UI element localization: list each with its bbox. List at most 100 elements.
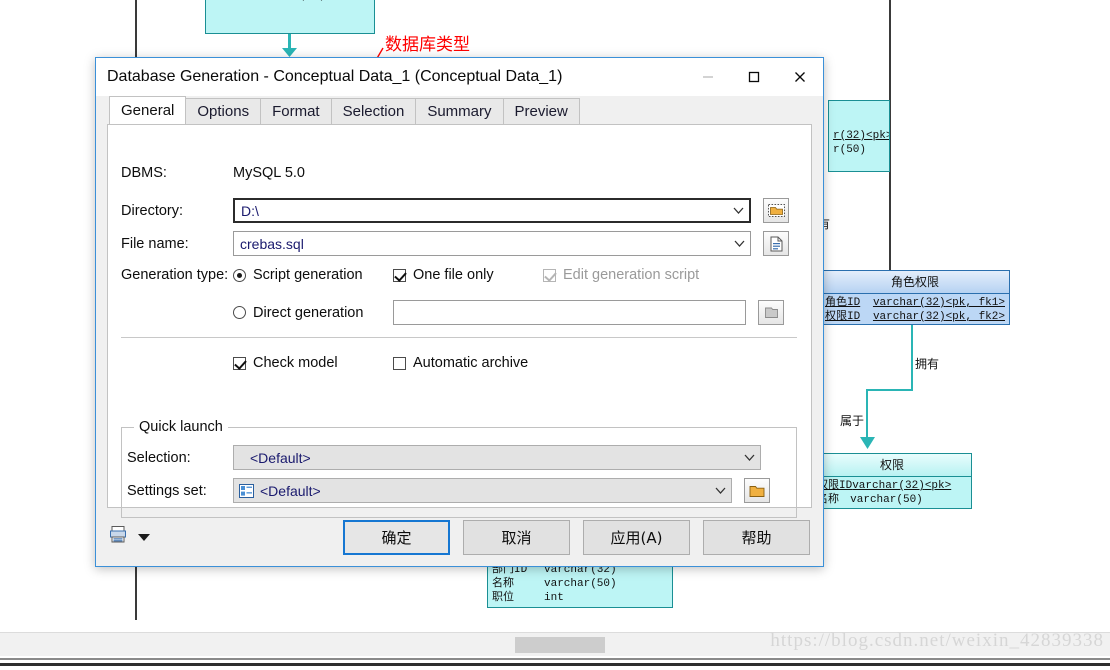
direct-generation-radio[interactable]: Direct generation bbox=[233, 305, 393, 321]
tab-general[interactable]: General bbox=[109, 96, 187, 124]
script-generation-radio[interactable]: Script generation bbox=[233, 267, 393, 283]
directory-label: Directory: bbox=[121, 202, 184, 219]
direct-generation-row: Direct generation bbox=[233, 300, 784, 325]
er-cell: <pk> bbox=[924, 480, 952, 492]
printer-icon[interactable] bbox=[109, 525, 128, 549]
er-table-row: r(50) bbox=[833, 143, 885, 157]
er-arrow bbox=[860, 437, 875, 449]
er-table: 机构ID varchar(32) <pk> 名称 varchar(50) bbox=[205, 0, 375, 34]
er-table-row: 角色ID varchar(32) <pk, fk1> bbox=[825, 296, 1005, 310]
tab-strip: General Options Format Selection Summary… bbox=[96, 96, 823, 124]
folder-icon bbox=[767, 204, 785, 217]
tab-preview[interactable]: Preview bbox=[502, 98, 580, 124]
chevron-down-icon[interactable] bbox=[709, 487, 731, 494]
chevron-down-icon[interactable] bbox=[727, 207, 749, 214]
dbms-value: MySQL 5.0 bbox=[233, 165, 305, 181]
er-table-body: 角色ID varchar(32) <pk, fk1> 权限ID varchar(… bbox=[821, 294, 1009, 324]
bottom-rule-dark bbox=[0, 663, 1110, 666]
database-connect-icon bbox=[764, 307, 778, 318]
check-model-label: Check model bbox=[253, 355, 338, 371]
cancel-button[interactable]: 取消 bbox=[463, 519, 570, 555]
checkbox-indicator bbox=[543, 268, 556, 282]
window-controls bbox=[685, 58, 823, 96]
er-table-row: 名称 varchar(50) bbox=[817, 493, 967, 507]
print-dropdown-arrow-icon[interactable] bbox=[138, 533, 150, 541]
checkbox-indicator bbox=[393, 356, 406, 370]
dialog-titlebar[interactable]: Database Generation - Conceptual Data_1 … bbox=[96, 58, 823, 96]
er-cell: int bbox=[544, 592, 564, 604]
er-cell: varchar(32) bbox=[872, 311, 946, 323]
direct-generation-browse-button[interactable] bbox=[758, 300, 784, 325]
er-table-body: r(32) <pk> r(50) bbox=[829, 101, 889, 159]
help-button[interactable]: 帮助 bbox=[703, 519, 810, 555]
chevron-down-icon[interactable] bbox=[728, 240, 750, 247]
er-table-row: 名称 varchar(50) bbox=[210, 0, 370, 3]
er-cell: 权限ID bbox=[825, 311, 861, 323]
settings-set-label: Settings set: bbox=[127, 482, 207, 499]
direct-generation-value bbox=[394, 301, 400, 317]
directory-input[interactable]: D:\ bbox=[233, 198, 751, 223]
er-cell: varchar(32) bbox=[852, 480, 925, 492]
er-table-row: 职位 int bbox=[492, 591, 668, 605]
er-table: 部门ID varchar(32) 名称 varchar(50) 职位 int bbox=[487, 560, 673, 608]
edit-generation-script-checkbox: Edit generation script bbox=[543, 267, 699, 283]
selection-label: Selection: bbox=[127, 449, 191, 466]
er-relationship-label: 属于 bbox=[840, 414, 865, 428]
er-cell: r(32) bbox=[833, 130, 867, 142]
er-table-body: 部门ID varchar(32) 名称 varchar(50) 职位 int bbox=[488, 561, 672, 607]
annotation-db-type: 数据库类型 bbox=[385, 35, 470, 55]
er-cell bbox=[326, 0, 370, 3]
settings-list-icon bbox=[239, 483, 254, 498]
er-table-row: 权限ID varchar(32) <pk> bbox=[817, 479, 967, 493]
browse-file-button[interactable] bbox=[763, 231, 789, 256]
chevron-down-icon[interactable] bbox=[738, 454, 760, 461]
general-tab-panel: DBMS: MySQL 5.0 Directory: D:\ File name… bbox=[107, 124, 812, 518]
er-cell: varchar(50) bbox=[544, 578, 617, 590]
direct-generation-input[interactable] bbox=[393, 300, 746, 325]
directory-row: Directory: D:\ bbox=[121, 198, 789, 223]
tab-summary[interactable]: Summary bbox=[415, 98, 504, 124]
selection-dropdown[interactable]: <Default> bbox=[233, 445, 761, 470]
er-cell: 职位 bbox=[492, 592, 514, 604]
browse-directory-button[interactable] bbox=[763, 198, 789, 223]
print-report-control[interactable] bbox=[109, 525, 150, 549]
close-icon[interactable] bbox=[777, 58, 823, 96]
er-table: r(32) <pk> r(50) bbox=[828, 100, 890, 172]
settings-set-dropdown[interactable]: <Default> bbox=[233, 478, 732, 503]
one-file-only-checkbox[interactable]: One file only bbox=[393, 267, 543, 283]
folder-icon bbox=[749, 485, 765, 497]
script-generation-label: Script generation bbox=[253, 267, 363, 283]
tab-format[interactable]: Format bbox=[260, 98, 332, 124]
direct-generation-label: Direct generation bbox=[253, 304, 364, 321]
directory-value: D:\ bbox=[241, 202, 259, 219]
horizontal-scrollbar-thumb[interactable] bbox=[515, 637, 605, 653]
apply-button[interactable]: 应用(A) bbox=[583, 519, 690, 555]
minimize-icon[interactable] bbox=[685, 58, 731, 96]
er-table: 权限 权限ID varchar(32) <pk> 名称 varchar(50) bbox=[812, 453, 972, 509]
tab-selection[interactable]: Selection bbox=[330, 98, 417, 124]
maximize-icon[interactable] bbox=[731, 58, 777, 96]
automatic-archive-checkbox[interactable]: Automatic archive bbox=[393, 355, 528, 371]
screen: 机构ID varchar(32) <pk> 名称 varchar(50) r(3… bbox=[0, 0, 1110, 670]
er-table-title: 角色权限 bbox=[821, 271, 1009, 294]
er-table: 角色权限 角色ID varchar(32) <pk, fk1> 权限ID var… bbox=[820, 270, 1010, 325]
automatic-archive-label: Automatic archive bbox=[413, 355, 529, 371]
settings-set-browse-button[interactable] bbox=[744, 478, 770, 503]
er-table-title: 权限 bbox=[813, 454, 971, 477]
dialog-button-row: 确定 取消 应用(A) 帮助 bbox=[343, 519, 810, 555]
one-file-only-label: One file only bbox=[413, 267, 494, 283]
er-relationship-label: 拥有 bbox=[915, 357, 940, 371]
er-cell: <pk, fk2> bbox=[945, 311, 1005, 323]
tab-options[interactable]: Options bbox=[185, 98, 262, 124]
generation-type-row: Generation type: Script generation One f… bbox=[121, 267, 699, 283]
selection-row: Selection: <Default> bbox=[127, 445, 761, 470]
radio-indicator bbox=[233, 268, 246, 282]
er-cell: varchar(32) bbox=[872, 297, 946, 309]
options-row: Check model Automatic archive bbox=[233, 355, 528, 371]
check-model-checkbox[interactable]: Check model bbox=[233, 355, 393, 371]
er-table-body: 权限ID varchar(32) <pk> 名称 varchar(50) bbox=[813, 477, 971, 508]
filename-input[interactable]: crebas.sql bbox=[233, 231, 751, 256]
ok-button[interactable]: 确定 bbox=[343, 519, 450, 555]
database-generation-dialog: Database Generation - Conceptual Data_1 … bbox=[95, 57, 824, 567]
settings-set-value: <Default> bbox=[260, 482, 321, 499]
